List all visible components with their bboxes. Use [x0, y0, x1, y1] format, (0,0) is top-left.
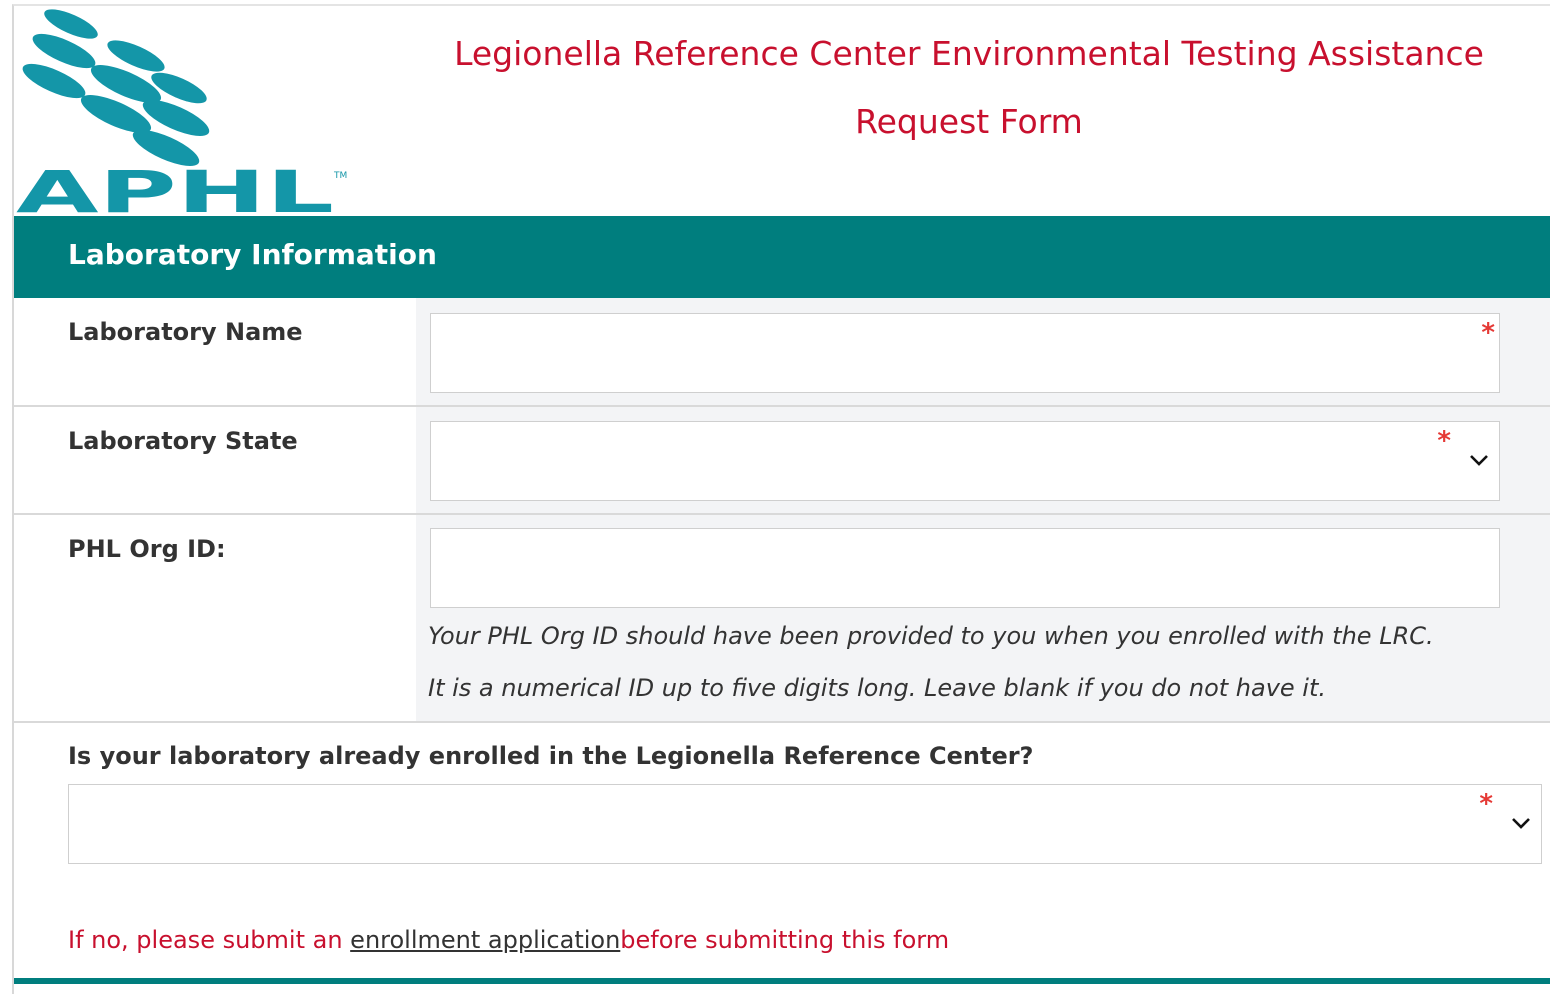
phl-org-id-help-line-1: Your PHL Org ID should have been provide… — [428, 622, 1434, 650]
phl-org-id-input[interactable] — [430, 528, 1500, 608]
lab-name-label: Laboratory Name — [68, 318, 303, 346]
enrollment-note-suffix: before submitting this form — [620, 926, 950, 954]
form-header: APHL TM Legionella Reference Center Envi… — [14, 6, 1550, 226]
required-indicator: * — [1481, 318, 1495, 348]
lab-state-field-area: * — [416, 407, 1550, 513]
required-indicator: * — [1479, 789, 1493, 819]
bottom-section-bar — [14, 978, 1550, 984]
lab-state-label: Laboratory State — [68, 427, 298, 455]
section-header-laboratory-information: Laboratory Information — [14, 216, 1550, 298]
lab-state-select[interactable]: * — [430, 421, 1500, 501]
phl-org-id-help-line-2: It is a numerical ID up to five digits l… — [428, 674, 1327, 702]
phl-org-id-row: PHL Org ID: Your PHL Org ID should have … — [14, 515, 1550, 723]
page-title-line-2: Request Form — [855, 102, 1083, 141]
lab-name-row: Laboratory Name * — [14, 298, 1550, 407]
enrollment-note: If no, please submit an enrollment appli… — [68, 926, 949, 954]
svg-text:TM: TM — [333, 171, 347, 181]
required-indicator: * — [1437, 426, 1451, 456]
aphl-logo: APHL TM — [16, 6, 356, 226]
chevron-down-icon — [1511, 815, 1531, 834]
svg-text:APHL: APHL — [16, 158, 334, 214]
lab-name-input[interactable]: * — [430, 313, 1500, 393]
lab-state-row: Laboratory State * — [14, 407, 1550, 515]
lab-name-field-area: * — [416, 298, 1550, 405]
phl-org-id-field-area: Your PHL Org ID should have been provide… — [416, 515, 1550, 721]
chevron-down-icon — [1469, 452, 1489, 471]
enrollment-note-prefix: If no, please submit an — [68, 926, 351, 954]
section-title: Laboratory Information — [68, 238, 437, 271]
enrolled-question-label: Is your laboratory already enrolled in t… — [68, 742, 1034, 770]
page-title-line-1: Legionella Reference Center Environmenta… — [454, 34, 1484, 73]
page-title: Legionella Reference Center Environmenta… — [424, 20, 1514, 156]
enrolled-select[interactable]: * — [68, 784, 1542, 864]
enrollment-application-link[interactable]: enrollment application — [350, 926, 620, 954]
phl-org-id-label: PHL Org ID: — [68, 535, 226, 563]
